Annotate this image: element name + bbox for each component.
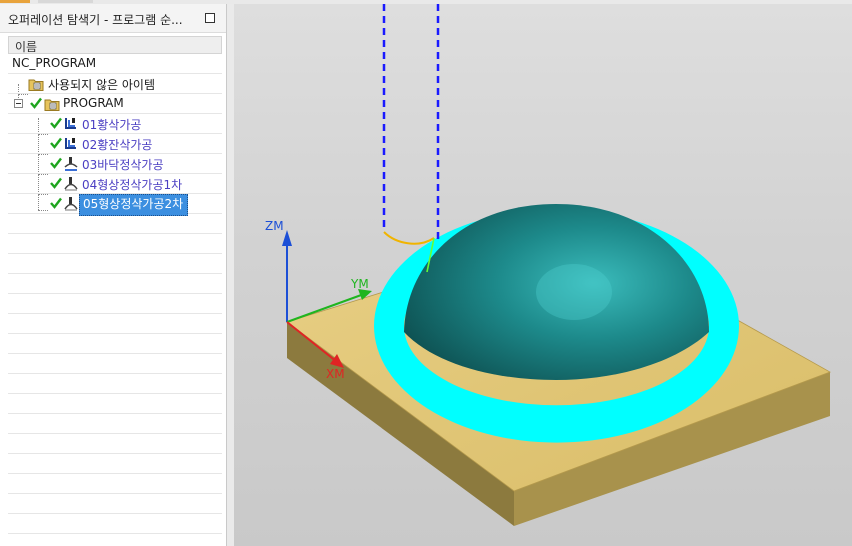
- name-column-header[interactable]: 이름: [8, 36, 222, 54]
- cavity-mill-icon: [65, 118, 76, 129]
- graphics-viewport[interactable]: ZM YM XM: [234, 4, 852, 546]
- checkmark-icon: [30, 97, 42, 109]
- z-axis-label: ZM: [265, 219, 284, 233]
- root-label: NC_PROGRAM: [12, 56, 97, 70]
- checkmark-icon: [50, 117, 62, 129]
- tree-row-root[interactable]: NC_PROGRAM: [8, 54, 222, 74]
- empty-row: [8, 334, 222, 354]
- operation-label: 02황잔삭가공: [82, 138, 153, 152]
- program-folder-icon: [44, 99, 60, 111]
- empty-row: [8, 254, 222, 274]
- maximize-icon[interactable]: [205, 13, 215, 23]
- empty-row: [8, 214, 222, 234]
- contour-finish-icon: [64, 177, 78, 191]
- floor-finish-icon: [64, 157, 78, 171]
- program-label: PROGRAM: [63, 96, 124, 110]
- cavity-mill-icon: [65, 138, 76, 149]
- dome-highlight: [536, 264, 612, 320]
- panel-splitter[interactable]: [227, 4, 234, 546]
- empty-row: [8, 414, 222, 434]
- navigator-title: 오퍼레이션 탐색기 - 프로그램 순...: [8, 13, 183, 27]
- checkmark-icon: [50, 197, 62, 209]
- empty-row: [8, 234, 222, 254]
- empty-row: [8, 394, 222, 414]
- unused-items-label: 사용되지 않은 아이템: [48, 78, 155, 92]
- tree-row-unused[interactable]: 사용되지 않은 아이템: [8, 74, 222, 94]
- empty-row: [8, 274, 222, 294]
- tree-row-operation-1[interactable]: 01황삭가공: [8, 114, 222, 134]
- empty-row: [8, 454, 222, 474]
- folder-icon: [28, 79, 44, 91]
- empty-row: [8, 294, 222, 314]
- checkmark-icon: [50, 177, 62, 189]
- active-tab-indicator[interactable]: [0, 0, 30, 3]
- empty-row: [8, 474, 222, 494]
- tree-row-operation-2[interactable]: 02황잔삭가공: [8, 134, 222, 154]
- checkmark-icon: [50, 157, 62, 169]
- tree-row-program[interactable]: PROGRAM: [8, 94, 222, 114]
- navigator-title-bar: 오퍼레이션 탐색기 - 프로그램 순...: [0, 4, 226, 33]
- tree-row-operation-3[interactable]: 03바닥정삭가공: [8, 154, 222, 174]
- operation-label: 04형상정삭가공1차: [82, 178, 183, 192]
- contour-finish-icon: [64, 197, 78, 211]
- operation-label: 03바닥정삭가공: [82, 158, 164, 172]
- tree-row-operation-4[interactable]: 04형상정삭가공1차: [8, 174, 222, 194]
- operation-tree: NC_PROGRAM 사용되지 않은 아이템 PROGRAM 01황삭가공 02…: [8, 54, 222, 546]
- empty-row: [8, 314, 222, 334]
- y-axis-label: YM: [350, 277, 369, 291]
- empty-row: [8, 494, 222, 514]
- empty-row: [8, 354, 222, 374]
- checkmark-icon: [50, 137, 62, 149]
- operation-label: 01황삭가공: [82, 118, 142, 132]
- tree-row-operation-5[interactable]: 05형상정삭가공2차: [8, 194, 222, 216]
- empty-row: [8, 514, 222, 534]
- tool-engage-arc: [383, 231, 435, 245]
- x-axis-label: XM: [326, 367, 345, 381]
- inactive-tab-indicator[interactable]: [38, 0, 93, 3]
- empty-row: [8, 434, 222, 454]
- operation-navigator: 오퍼레이션 탐색기 - 프로그램 순... 이름 NC_PROGRAM 사용되지…: [0, 4, 227, 546]
- empty-row: [8, 374, 222, 394]
- model-view[interactable]: ZM YM XM: [234, 4, 852, 546]
- column-header-label: 이름: [15, 40, 38, 54]
- operation-label-selected: 05형상정삭가공2차: [79, 194, 189, 216]
- collapse-icon[interactable]: [14, 99, 23, 108]
